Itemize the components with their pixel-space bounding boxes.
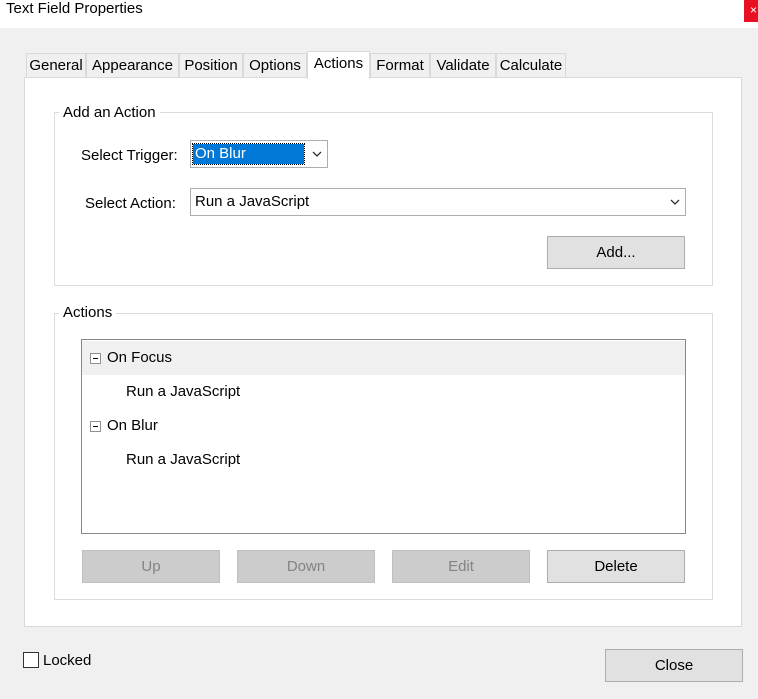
select-action-dropdown[interactable]: Run a JavaScript bbox=[190, 188, 686, 216]
actions-group-label: Actions bbox=[59, 304, 117, 322]
tree-trigger-label: On Blur bbox=[107, 417, 158, 434]
collapse-icon[interactable] bbox=[90, 353, 101, 364]
add-action-group-label: Add an Action bbox=[59, 104, 160, 122]
title-bar: Text Field Properties × bbox=[0, 0, 758, 28]
select-trigger-value: On Blur bbox=[192, 143, 305, 165]
tab-position[interactable]: Position bbox=[179, 53, 243, 79]
collapse-icon[interactable] bbox=[90, 421, 101, 432]
edit-button[interactable]: Edit bbox=[392, 550, 530, 583]
tree-item-on-focus[interactable]: On Focus bbox=[82, 341, 685, 375]
close-window-icon[interactable]: × bbox=[744, 0, 758, 22]
up-button[interactable]: Up bbox=[82, 550, 220, 583]
tab-validate[interactable]: Validate bbox=[430, 53, 496, 79]
select-action-value: Run a JavaScript bbox=[195, 193, 310, 210]
add-action-button[interactable]: Add... bbox=[547, 236, 685, 269]
select-action-label: Select Action: bbox=[85, 195, 176, 212]
actions-tree[interactable]: On Focus Run a JavaScript On Blur Run a … bbox=[81, 339, 686, 534]
chevron-down-icon bbox=[670, 199, 680, 205]
locked-checkbox[interactable] bbox=[23, 652, 39, 668]
window-title: Text Field Properties bbox=[6, 0, 143, 17]
tree-action-label: Run a JavaScript bbox=[126, 383, 241, 400]
tab-general[interactable]: General bbox=[26, 53, 86, 79]
tab-actions[interactable]: Actions bbox=[307, 51, 370, 79]
locked-label[interactable]: Locked bbox=[43, 652, 91, 670]
select-trigger-dropdown[interactable]: On Blur bbox=[190, 140, 328, 168]
tab-format[interactable]: Format bbox=[370, 53, 430, 79]
select-trigger-label: Select Trigger: bbox=[81, 147, 178, 164]
tree-trigger-label: On Focus bbox=[107, 349, 173, 366]
down-button[interactable]: Down bbox=[237, 550, 375, 583]
close-button[interactable]: Close bbox=[605, 649, 743, 682]
tree-item-action[interactable]: Run a JavaScript bbox=[82, 375, 685, 409]
tree-action-label: Run a JavaScript bbox=[126, 451, 241, 468]
tab-options[interactable]: Options bbox=[243, 53, 307, 79]
tab-appearance[interactable]: Appearance bbox=[86, 53, 179, 79]
tab-calculate[interactable]: Calculate bbox=[496, 53, 566, 79]
tree-item-on-blur[interactable]: On Blur bbox=[82, 409, 685, 443]
delete-button[interactable]: Delete bbox=[547, 550, 685, 583]
chevron-down-icon bbox=[312, 151, 322, 157]
tree-item-action[interactable]: Run a JavaScript bbox=[82, 443, 685, 477]
